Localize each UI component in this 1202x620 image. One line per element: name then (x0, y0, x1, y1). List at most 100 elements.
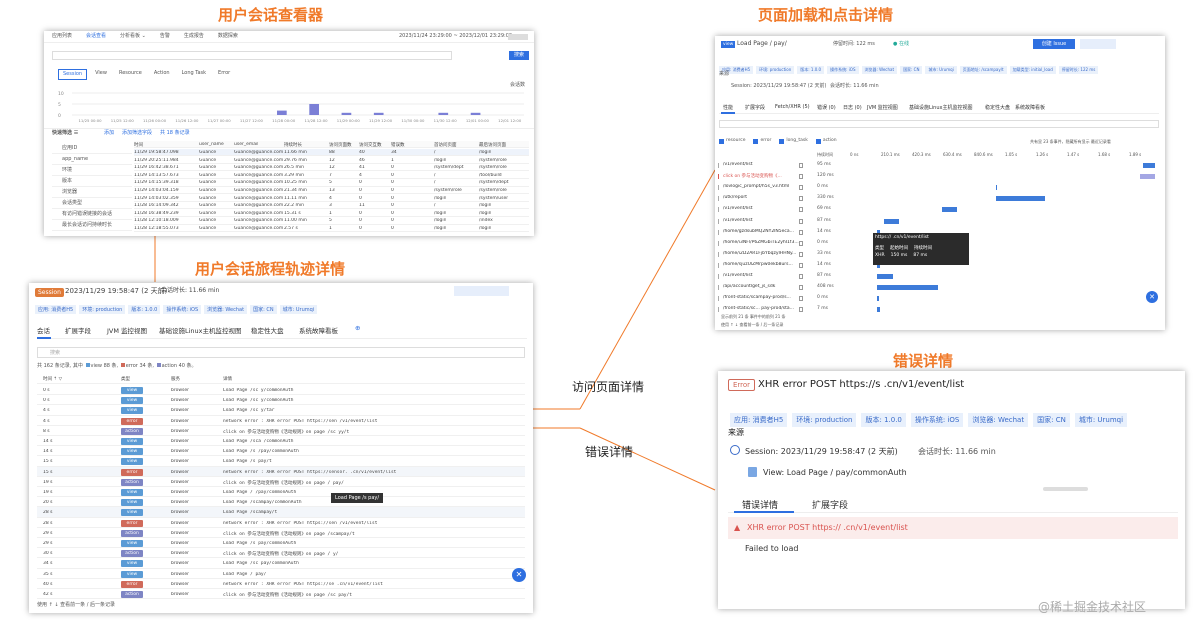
waterfall-row[interactable]: /v1/event/list 95 ms (715, 160, 1165, 171)
journey-row[interactable]: 0 s view browser Load Page /sc y/commonAuth (37, 385, 525, 396)
journey-row[interactable]: 28 s view browser Load Page /scampay/t (37, 507, 525, 518)
copy-icon[interactable] (799, 285, 803, 291)
filter-action[interactable]: 添加 (104, 131, 114, 136)
viewer-tab[interactable]: Resource (115, 69, 146, 80)
nav-item[interactable]: 会话查看 (86, 34, 106, 39)
journey-row[interactable]: 20 s view browser Load Page /scampay/common… (37, 497, 525, 508)
viewer-tab[interactable]: Action (150, 69, 174, 80)
journey-row[interactable]: 15 s error browser network error : XHR erro… (37, 466, 525, 477)
copy-icon[interactable] (799, 262, 803, 268)
pageload-tab[interactable]: 基础设施Linux主机监控视图 (909, 104, 972, 111)
journey-row[interactable]: 34 s view browser Load Page /sc pay/commonA… (37, 558, 525, 569)
copy-icon[interactable] (799, 240, 803, 246)
filter-item[interactable]: 浏览器 (52, 187, 132, 198)
journey-tab[interactable]: 扩展字段 (65, 325, 91, 335)
journey-tab[interactable]: 基础设施Linux主机监控视图 (159, 325, 242, 335)
filter-item[interactable]: 有访问错误链接的会话 (52, 209, 132, 220)
viewer-tab[interactable]: Error (214, 69, 234, 80)
viewer-search-button[interactable]: 搜索 (509, 51, 529, 60)
checkbox-icon[interactable] (753, 139, 759, 144)
copy-icon[interactable] (799, 207, 803, 213)
journey-tab[interactable]: JVM 监控视图 (107, 325, 147, 335)
viewer-search-input[interactable] (52, 51, 452, 60)
waterfall-row[interactable]: /v1/event/list 69 ms (715, 204, 1165, 215)
waterfall-row[interactable]: /api/accountlget_js_sdk 408 ms (715, 282, 1165, 293)
check-long_task[interactable]: long_task (779, 139, 808, 144)
table-row[interactable]: 11/28 16:38:49.239 Guance Guance@guance.co… (134, 210, 529, 217)
copy-icon[interactable] (799, 218, 803, 224)
journey-action-button[interactable] (454, 286, 509, 296)
add-tab-icon[interactable]: ⊕ (355, 324, 360, 332)
nav-item[interactable]: 数据探索 (218, 34, 238, 39)
journey-row[interactable]: 15 s view browser Load Page /s pay/t (37, 456, 525, 467)
journey-row[interactable]: 29 s action browser click on 参与活动变购物《活动规则》o… (37, 528, 525, 538)
copy-icon[interactable] (799, 307, 803, 313)
nav-item[interactable]: 告警 (160, 34, 170, 39)
journey-tab[interactable]: 稳定性大盘 (251, 325, 284, 335)
waterfall-row[interactable]: /v1/event/list 87 ms (715, 216, 1165, 227)
copy-icon[interactable] (799, 296, 803, 302)
pageload-tab[interactable]: 稳定性大盘 (985, 104, 1010, 111)
tab-extended-fields[interactable]: 扩展字段 (812, 498, 848, 511)
table-row[interactable]: 11/29 14:13:57.673 Guance Guance@guance.co… (134, 172, 529, 179)
pageload-tab[interactable]: Fetch/XHR (5) (775, 104, 810, 110)
journey-row[interactable]: 28 s error browser network error : XHR erro… (37, 518, 525, 528)
journey-tab[interactable]: 系统故障看板 (299, 325, 338, 335)
pageload-session[interactable]: Session: 2023/11/29 19:58:47 (2 天前) (731, 84, 826, 89)
pageload-secondary-button[interactable] (1080, 39, 1116, 49)
filter-item[interactable]: 会话类型 (52, 198, 132, 209)
copy-icon[interactable] (799, 196, 803, 202)
viewer-tab[interactable]: View (91, 69, 111, 80)
copy-icon[interactable] (799, 174, 803, 180)
journey-row[interactable]: 40 s error browser network error : XHR erro… (37, 579, 525, 589)
journey-row[interactable]: 29 s view browser Load Page /s pay/commonAu… (37, 538, 525, 549)
nav-item[interactable]: 分析看板 ⌄ (120, 34, 146, 39)
nav-item[interactable]: 应用列表 (52, 34, 72, 39)
journey-row[interactable]: 0 s view browser Load Page /sc y/commonAuth (37, 395, 525, 406)
journey-row[interactable]: 14 s view browser Load Page /sca /commonAut… (37, 436, 525, 447)
checkbox-icon[interactable] (779, 139, 785, 144)
pageload-tab[interactable]: JVM 监控视图 (867, 104, 898, 111)
viewer-controls[interactable] (508, 34, 528, 40)
table-row[interactable]: 11/28 16:14:09.342 Guance Guance@guance.co… (134, 202, 529, 210)
viewer-tab[interactable]: Long Task (178, 69, 210, 80)
table-row[interactable]: 11/29 19:58:47.098 Guance Guance@guance.co… (134, 149, 529, 157)
error-view[interactable]: View: Load Page / pay/commonAuth (763, 468, 907, 477)
pageload-tab[interactable]: 系统故障看板 (1015, 104, 1045, 111)
pageload-search-input[interactable] (719, 120, 1159, 128)
create-issue-button[interactable]: 创建 Issue (1033, 39, 1075, 49)
table-row[interactable]: 11/28 12:10:18.009 Guance Guance@guance.co… (134, 217, 529, 225)
copy-icon[interactable] (799, 229, 803, 235)
pageload-tab[interactable]: 性能 (723, 104, 733, 111)
pageload-fab-icon[interactable]: ✕ (1146, 291, 1158, 303)
copy-icon[interactable] (799, 251, 803, 257)
journey-row[interactable]: 19 s action browser click on 参与活动变购物《活动规则》o… (37, 477, 525, 487)
journey-row[interactable]: 19 s view browser Load Page / /pay/commonAu… (37, 487, 525, 498)
pageload-tab[interactable]: 日志 (0) (843, 104, 862, 111)
filter-item[interactable]: 应用ID (52, 143, 132, 154)
filter-action[interactable]: 共 18 条记录 (160, 131, 190, 136)
checkbox-icon[interactable] (815, 139, 821, 144)
journey-row[interactable]: 30 s action browser click on 参与活动变购物《活动规则》o… (37, 548, 525, 559)
table-row[interactable]: 11/29 14:03:04.159 Guance Guance@guance.co… (134, 187, 529, 195)
journey-fab-icon[interactable]: ✕ (512, 568, 526, 582)
filter-action[interactable]: 添加筛选字段 (122, 131, 152, 136)
waterfall-row[interactable]: /front-static/scampay-prod/s... 0 ms (715, 293, 1165, 304)
viewer-timerange[interactable]: 2023/11/24 23:29:00 ~ 2023/12/01 23:29:0… (399, 34, 512, 39)
filter-item[interactable]: 版本 (52, 176, 132, 187)
waterfall-row[interactable]: /utk/report 330 ms (715, 193, 1165, 204)
nav-item[interactable]: 生成报告 (184, 34, 204, 39)
copy-icon[interactable] (799, 274, 803, 279)
viewer-tab[interactable]: Session (58, 69, 88, 80)
waterfall-row[interactable]: /lovlogic_prompt/h5s_v3.html 0 ms (715, 182, 1165, 193)
journey-row[interactable]: 4 s view browser Load Page /sc y/tar (37, 405, 525, 416)
table-row[interactable]: 11/29 16:42:38.671 Guance Guance@guance.co… (134, 164, 529, 172)
table-row[interactable]: 11/28 12:18:55.073 Guance Guance@guance.co… (134, 225, 529, 233)
waterfall-row[interactable]: /v1/event/list 87 ms (715, 271, 1165, 282)
journey-row[interactable]: 4 s error browser network error : XHR error… (37, 416, 525, 426)
check-resource[interactable]: resource (719, 139, 745, 144)
check-action[interactable]: action (815, 139, 837, 144)
journey-row[interactable]: 42 s action browser click on 参与活动变购物《活动规则》o… (37, 589, 525, 600)
tab-error-detail[interactable]: 错误详情 (742, 498, 778, 511)
waterfall-row[interactable]: click on 参与活动变购物《... 120 ms (715, 171, 1165, 182)
